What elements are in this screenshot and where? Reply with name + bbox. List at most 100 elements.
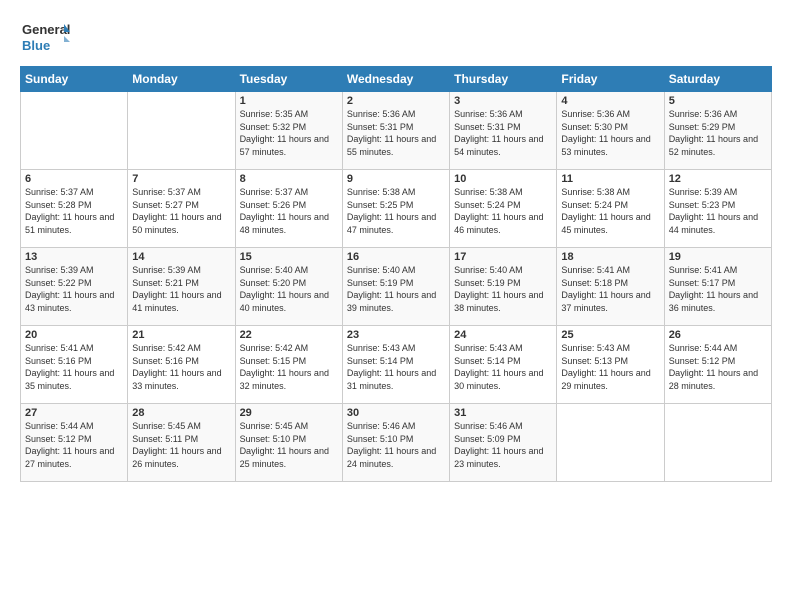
- sunrise-text: Sunrise: 5:37 AM: [240, 187, 309, 197]
- calendar-week-row: 6 Sunrise: 5:37 AM Sunset: 5:28 PM Dayli…: [21, 170, 772, 248]
- calendar-cell: 2 Sunrise: 5:36 AM Sunset: 5:31 PM Dayli…: [342, 92, 449, 170]
- calendar-cell: 7 Sunrise: 5:37 AM Sunset: 5:27 PM Dayli…: [128, 170, 235, 248]
- sunset-text: Sunset: 5:20 PM: [240, 278, 307, 288]
- sunset-text: Sunset: 5:14 PM: [454, 356, 521, 366]
- day-info: Sunrise: 5:38 AM Sunset: 5:25 PM Dayligh…: [347, 186, 445, 236]
- sunset-text: Sunset: 5:13 PM: [561, 356, 628, 366]
- day-info: Sunrise: 5:43 AM Sunset: 5:14 PM Dayligh…: [347, 342, 445, 392]
- sunset-text: Sunset: 5:24 PM: [454, 200, 521, 210]
- calendar-cell: 6 Sunrise: 5:37 AM Sunset: 5:28 PM Dayli…: [21, 170, 128, 248]
- day-info: Sunrise: 5:37 AM Sunset: 5:26 PM Dayligh…: [240, 186, 338, 236]
- day-number: 14: [132, 251, 230, 263]
- day-info: Sunrise: 5:42 AM Sunset: 5:16 PM Dayligh…: [132, 342, 230, 392]
- sunset-text: Sunset: 5:31 PM: [454, 122, 521, 132]
- calendar-cell: 21 Sunrise: 5:42 AM Sunset: 5:16 PM Dayl…: [128, 326, 235, 404]
- sunrise-text: Sunrise: 5:40 AM: [454, 265, 523, 275]
- daylight-text: Daylight: 11 hours and 41 minutes.: [132, 290, 221, 313]
- sunrise-text: Sunrise: 5:46 AM: [454, 421, 523, 431]
- calendar-cell: 10 Sunrise: 5:38 AM Sunset: 5:24 PM Dayl…: [450, 170, 557, 248]
- daylight-text: Daylight: 11 hours and 29 minutes.: [561, 368, 650, 391]
- day-info: Sunrise: 5:40 AM Sunset: 5:19 PM Dayligh…: [347, 264, 445, 314]
- day-info: Sunrise: 5:44 AM Sunset: 5:12 PM Dayligh…: [669, 342, 767, 392]
- sunset-text: Sunset: 5:22 PM: [25, 278, 92, 288]
- daylight-text: Daylight: 11 hours and 44 minutes.: [669, 212, 758, 235]
- page: General Blue SundayMondayTuesdayWednesda…: [0, 0, 792, 612]
- day-number: 15: [240, 251, 338, 263]
- daylight-text: Daylight: 11 hours and 51 minutes.: [25, 212, 114, 235]
- calendar-cell: [21, 92, 128, 170]
- calendar-cell: 26 Sunrise: 5:44 AM Sunset: 5:12 PM Dayl…: [664, 326, 771, 404]
- sunset-text: Sunset: 5:24 PM: [561, 200, 628, 210]
- sunrise-text: Sunrise: 5:36 AM: [561, 109, 630, 119]
- sunrise-text: Sunrise: 5:36 AM: [454, 109, 523, 119]
- day-number: 20: [25, 329, 123, 341]
- day-info: Sunrise: 5:41 AM Sunset: 5:18 PM Dayligh…: [561, 264, 659, 314]
- day-number: 9: [347, 173, 445, 185]
- sunset-text: Sunset: 5:23 PM: [669, 200, 736, 210]
- sunset-text: Sunset: 5:18 PM: [561, 278, 628, 288]
- day-number: 11: [561, 173, 659, 185]
- sunset-text: Sunset: 5:16 PM: [25, 356, 92, 366]
- daylight-text: Daylight: 11 hours and 52 minutes.: [669, 134, 758, 157]
- day-number: 2: [347, 95, 445, 107]
- header-row: SundayMondayTuesdayWednesdayThursdayFrid…: [21, 67, 772, 92]
- svg-text:General: General: [22, 22, 70, 37]
- sunrise-text: Sunrise: 5:37 AM: [25, 187, 94, 197]
- daylight-text: Daylight: 11 hours and 54 minutes.: [454, 134, 543, 157]
- day-number: 19: [669, 251, 767, 263]
- sunset-text: Sunset: 5:30 PM: [561, 122, 628, 132]
- day-number: 25: [561, 329, 659, 341]
- sunrise-text: Sunrise: 5:40 AM: [240, 265, 309, 275]
- daylight-text: Daylight: 11 hours and 31 minutes.: [347, 368, 436, 391]
- day-number: 28: [132, 407, 230, 419]
- day-info: Sunrise: 5:43 AM Sunset: 5:14 PM Dayligh…: [454, 342, 552, 392]
- sunset-text: Sunset: 5:25 PM: [347, 200, 414, 210]
- day-number: 22: [240, 329, 338, 341]
- daylight-text: Daylight: 11 hours and 47 minutes.: [347, 212, 436, 235]
- sunrise-text: Sunrise: 5:43 AM: [347, 343, 416, 353]
- daylight-text: Daylight: 11 hours and 25 minutes.: [240, 446, 329, 469]
- calendar-cell: 17 Sunrise: 5:40 AM Sunset: 5:19 PM Dayl…: [450, 248, 557, 326]
- daylight-text: Daylight: 11 hours and 43 minutes.: [25, 290, 114, 313]
- daylight-text: Daylight: 11 hours and 57 minutes.: [240, 134, 329, 157]
- header: General Blue: [20, 18, 772, 56]
- calendar-cell: 31 Sunrise: 5:46 AM Sunset: 5:09 PM Dayl…: [450, 404, 557, 482]
- sunrise-text: Sunrise: 5:45 AM: [132, 421, 201, 431]
- day-number: 30: [347, 407, 445, 419]
- daylight-text: Daylight: 11 hours and 35 minutes.: [25, 368, 114, 391]
- weekday-header: Wednesday: [342, 67, 449, 92]
- daylight-text: Daylight: 11 hours and 39 minutes.: [347, 290, 436, 313]
- day-info: Sunrise: 5:41 AM Sunset: 5:16 PM Dayligh…: [25, 342, 123, 392]
- sunrise-text: Sunrise: 5:41 AM: [25, 343, 94, 353]
- logo: General Blue: [20, 18, 70, 56]
- sunset-text: Sunset: 5:19 PM: [347, 278, 414, 288]
- calendar-cell: 20 Sunrise: 5:41 AM Sunset: 5:16 PM Dayl…: [21, 326, 128, 404]
- calendar-cell: 4 Sunrise: 5:36 AM Sunset: 5:30 PM Dayli…: [557, 92, 664, 170]
- sunrise-text: Sunrise: 5:39 AM: [25, 265, 94, 275]
- weekday-header: Sunday: [21, 67, 128, 92]
- calendar-cell: 23 Sunrise: 5:43 AM Sunset: 5:14 PM Dayl…: [342, 326, 449, 404]
- daylight-text: Daylight: 11 hours and 37 minutes.: [561, 290, 650, 313]
- calendar-week-row: 1 Sunrise: 5:35 AM Sunset: 5:32 PM Dayli…: [21, 92, 772, 170]
- calendar-cell: 3 Sunrise: 5:36 AM Sunset: 5:31 PM Dayli…: [450, 92, 557, 170]
- calendar-week-row: 20 Sunrise: 5:41 AM Sunset: 5:16 PM Dayl…: [21, 326, 772, 404]
- calendar-cell: 1 Sunrise: 5:35 AM Sunset: 5:32 PM Dayli…: [235, 92, 342, 170]
- calendar-cell: 14 Sunrise: 5:39 AM Sunset: 5:21 PM Dayl…: [128, 248, 235, 326]
- sunset-text: Sunset: 5:12 PM: [25, 434, 92, 444]
- day-number: 4: [561, 95, 659, 107]
- calendar-cell: 9 Sunrise: 5:38 AM Sunset: 5:25 PM Dayli…: [342, 170, 449, 248]
- sunrise-text: Sunrise: 5:41 AM: [669, 265, 738, 275]
- day-number: 12: [669, 173, 767, 185]
- calendar-cell: 29 Sunrise: 5:45 AM Sunset: 5:10 PM Dayl…: [235, 404, 342, 482]
- sunset-text: Sunset: 5:14 PM: [347, 356, 414, 366]
- daylight-text: Daylight: 11 hours and 32 minutes.: [240, 368, 329, 391]
- weekday-header: Monday: [128, 67, 235, 92]
- day-number: 16: [347, 251, 445, 263]
- day-number: 7: [132, 173, 230, 185]
- calendar-cell: 24 Sunrise: 5:43 AM Sunset: 5:14 PM Dayl…: [450, 326, 557, 404]
- calendar-cell: 27 Sunrise: 5:44 AM Sunset: 5:12 PM Dayl…: [21, 404, 128, 482]
- calendar-table: SundayMondayTuesdayWednesdayThursdayFrid…: [20, 66, 772, 482]
- sunrise-text: Sunrise: 5:37 AM: [132, 187, 201, 197]
- calendar-cell: [128, 92, 235, 170]
- day-number: 21: [132, 329, 230, 341]
